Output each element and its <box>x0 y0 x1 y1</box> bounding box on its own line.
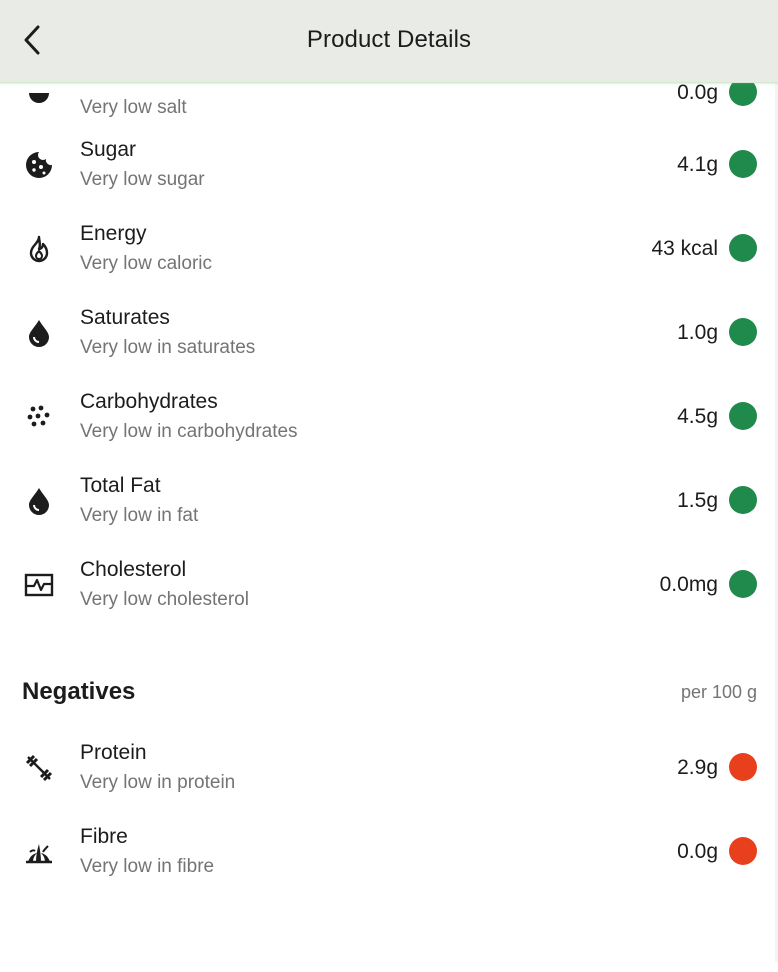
nutrient-name: Cholesterol <box>80 558 187 581</box>
nutrient-desc: Very low sugar <box>80 169 205 190</box>
nutrient-name: Saturates <box>80 306 170 329</box>
nutrient-row-energy[interactable]: Energy Very low caloric 43 kcal <box>0 212 778 296</box>
nutrient-name: Sugar <box>80 138 137 161</box>
flame-icon <box>22 232 56 266</box>
nutrient-value: 1.5g <box>677 489 718 512</box>
nutrient-value: 2.9g <box>677 756 718 779</box>
nutrient-row-total-fat[interactable]: Total Fat Very low in fat 1.5g <box>0 464 778 548</box>
nutrient-desc: Very low salt <box>80 97 187 118</box>
cookie-icon <box>22 148 56 182</box>
nutrient-row-saturates[interactable]: Saturates Very low in saturates 1.0g <box>0 296 778 380</box>
page-title: Product Details <box>306 26 472 53</box>
nutrient-row-cholesterol[interactable]: Cholesterol Very low cholesterol 0.0mg <box>0 548 778 632</box>
nutrient-name: Carbohydrates <box>80 390 218 413</box>
nutrient-row-sugar[interactable]: Sugar Very low sugar 4.1g <box>0 128 778 212</box>
nutrient-value: 4.5g <box>677 405 718 428</box>
nutrient-value: 0.0g <box>677 840 718 863</box>
nutrient-desc: Very low caloric <box>80 253 212 274</box>
nutrient-desc: Very low cholesterol <box>80 589 249 610</box>
nutrient-name: Energy <box>80 222 147 245</box>
nutrient-value: 4.1g <box>677 153 718 176</box>
nutrient-row-fibre[interactable]: Fibre Very low in fibre 0.0g <box>0 815 778 899</box>
nutrient-desc: Very low in protein <box>80 772 236 793</box>
nutrient-value: 43 kcal <box>651 237 718 260</box>
dumbbell-icon <box>22 751 56 785</box>
nutrient-desc: Very low in saturates <box>80 337 256 358</box>
status-dot <box>729 150 757 178</box>
section-title-negatives: Negatives <box>22 678 136 705</box>
nutrient-name: Total Fat <box>80 474 161 497</box>
status-dot <box>729 570 757 598</box>
status-dot <box>729 837 757 865</box>
status-dot <box>729 234 757 262</box>
nutrient-value: 0.0g <box>677 81 718 104</box>
drop-icon <box>22 484 56 518</box>
app-bar: Product Details <box>0 0 778 83</box>
status-dot <box>729 318 757 346</box>
drop-icon <box>22 316 56 350</box>
nutrient-row-protein[interactable]: Protein Very low in protein 2.9g <box>0 731 778 815</box>
nutrient-name: Protein <box>80 741 147 764</box>
status-dot <box>729 753 757 781</box>
nutrient-desc: Very low in carbohydrates <box>80 421 298 442</box>
status-dot <box>729 486 757 514</box>
nutrient-row-carbohydrates[interactable]: Carbohydrates Very low in carbohydrates … <box>0 380 778 464</box>
heart-monitor-icon <box>22 568 56 602</box>
grass-icon <box>22 835 56 869</box>
nutrient-value: 0.0mg <box>659 573 718 596</box>
nutrient-name: Fibre <box>80 825 128 848</box>
nutrient-value: 1.0g <box>677 321 718 344</box>
grain-dots-icon <box>22 400 56 434</box>
per-100g-note: per 100 g <box>680 682 757 702</box>
status-dot <box>729 402 757 430</box>
nutrient-desc: Very low in fat <box>80 505 199 526</box>
nutrient-desc: Very low in fibre <box>80 856 215 877</box>
